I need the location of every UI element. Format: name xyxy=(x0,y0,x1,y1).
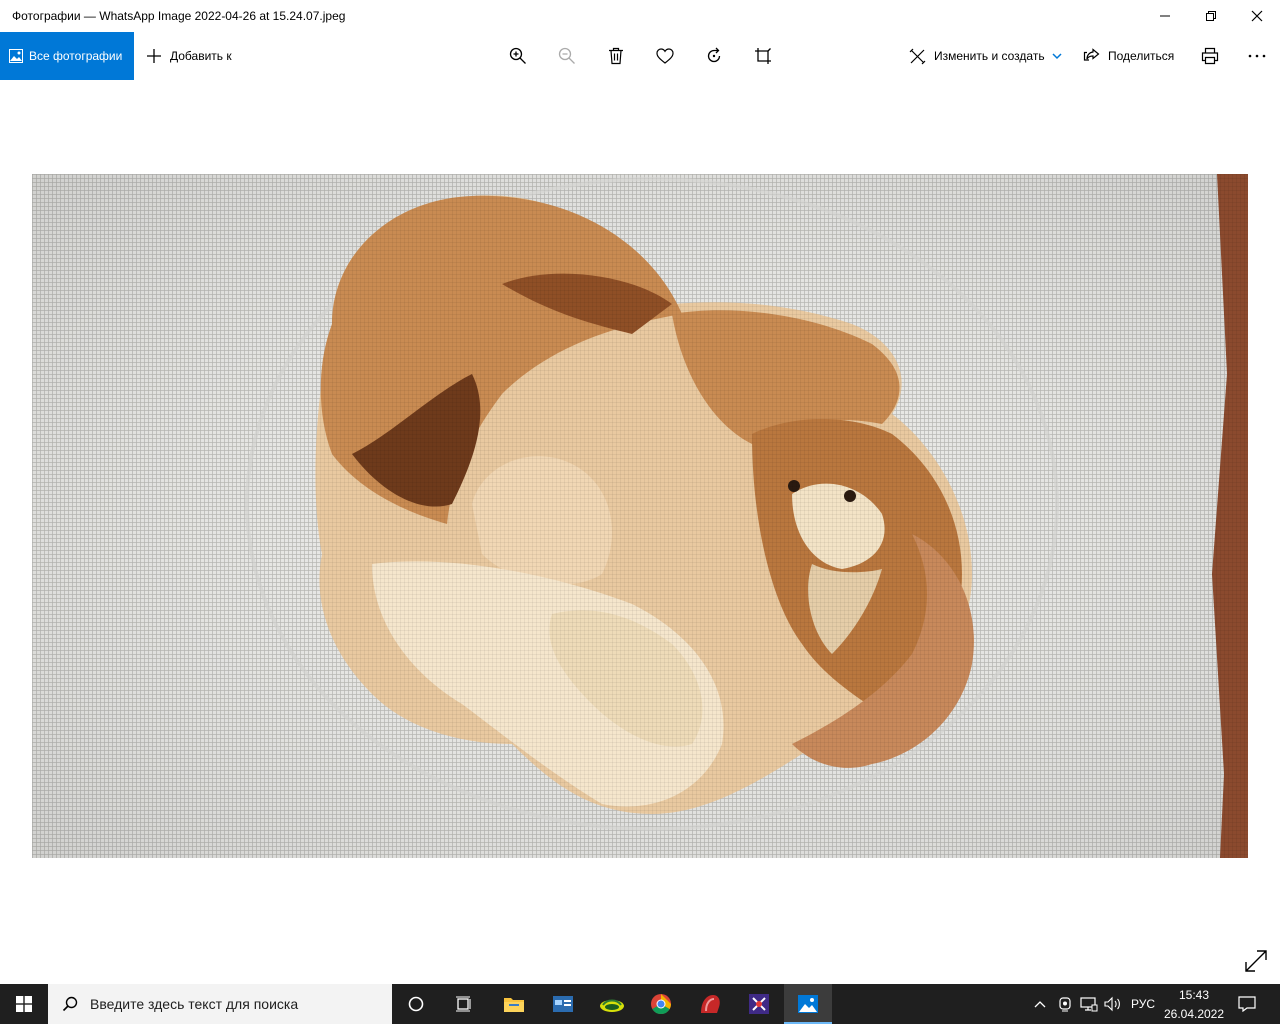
lemon-app-icon xyxy=(600,999,624,1012)
show-hidden-icons-button[interactable] xyxy=(1030,984,1050,1024)
taskbar-search-box[interactable]: Введите здесь текст для поиска xyxy=(48,984,392,1024)
window-title: Фотографии — WhatsApp Image 2022-04-26 a… xyxy=(12,9,346,23)
cortana-button[interactable] xyxy=(392,984,440,1024)
restore-icon xyxy=(1206,11,1216,21)
notification-icon xyxy=(1238,996,1256,1012)
zoom-out-button[interactable] xyxy=(556,32,578,80)
taskbar-photos[interactable] xyxy=(784,984,832,1024)
edit-tools-icon xyxy=(909,48,926,64)
zoom-out-icon xyxy=(558,47,575,64)
edit-create-button[interactable]: Изменить и создать xyxy=(909,32,1062,80)
crop-icon xyxy=(755,48,771,64)
task-view-icon xyxy=(456,996,471,1012)
share-button[interactable]: Поделиться xyxy=(1083,32,1174,80)
action-center-button[interactable] xyxy=(1234,984,1260,1024)
share-label: Поделиться xyxy=(1108,49,1175,63)
photo-icon xyxy=(9,49,23,63)
rotate-button[interactable] xyxy=(703,32,725,80)
language-label: РУС xyxy=(1130,997,1156,1011)
chevron-down-icon xyxy=(1052,53,1062,60)
close-button[interactable] xyxy=(1234,0,1280,32)
favorite-button[interactable] xyxy=(654,32,676,80)
all-photos-label: Все фотографии xyxy=(29,49,123,63)
windows-icon xyxy=(16,996,32,1012)
zoom-in-icon xyxy=(509,47,526,64)
edit-create-label: Изменить и создать xyxy=(934,49,1045,63)
taskbar-app-2[interactable] xyxy=(539,984,587,1024)
printer-icon xyxy=(1201,47,1219,65)
title-bar: Фотографии — WhatsApp Image 2022-04-26 a… xyxy=(0,0,1280,32)
network-icon xyxy=(1080,997,1098,1012)
search-icon xyxy=(62,996,78,1012)
taskbar-app-6[interactable] xyxy=(735,984,783,1024)
print-button[interactable] xyxy=(1199,32,1221,80)
clock-time: 15:43 xyxy=(1178,988,1210,1002)
heart-icon xyxy=(656,48,674,64)
rotate-icon xyxy=(707,47,721,63)
close-icon xyxy=(1251,10,1263,22)
expand-icon xyxy=(1245,950,1267,972)
cortana-icon xyxy=(408,996,424,1012)
window-app-icon xyxy=(553,996,573,1012)
minimize-icon xyxy=(1160,15,1170,17)
photos-app-icon xyxy=(798,995,818,1013)
task-view-button[interactable] xyxy=(440,984,488,1024)
plus-icon xyxy=(147,49,161,63)
photo-image xyxy=(32,174,1248,858)
all-photos-button[interactable]: Все фотографии xyxy=(0,32,134,80)
more-icon xyxy=(1248,54,1266,58)
restore-button[interactable] xyxy=(1188,0,1234,32)
more-options-button[interactable] xyxy=(1246,32,1268,80)
clock-date: 26.04.2022 xyxy=(1163,1007,1225,1021)
speaker-icon xyxy=(1104,996,1120,1012)
zoom-in-button[interactable] xyxy=(507,32,529,80)
chevron-up-icon xyxy=(1034,1001,1046,1008)
language-indicator[interactable]: РУС xyxy=(1128,984,1158,1024)
crop-button[interactable] xyxy=(752,32,774,80)
taskbar-app-3[interactable] xyxy=(588,984,636,1024)
trash-icon xyxy=(609,47,623,65)
folder-icon xyxy=(504,998,524,1012)
tray-app-icon xyxy=(1059,997,1071,1012)
start-button[interactable] xyxy=(0,984,48,1024)
red-app-icon xyxy=(701,995,720,1013)
search-placeholder: Введите здесь текст для поиска xyxy=(90,996,299,1012)
add-to-button[interactable]: Добавить к xyxy=(146,32,232,80)
clock[interactable]: 15:43 26.04.2022 xyxy=(1160,984,1228,1024)
taskbar-app-5[interactable] xyxy=(686,984,734,1024)
taskbar-chrome[interactable] xyxy=(637,984,685,1024)
taskbar: Введите здесь текст для поиска РУС 15:43… xyxy=(0,984,1280,1024)
share-icon xyxy=(1083,48,1100,61)
tray-app-icon-button[interactable] xyxy=(1054,984,1076,1024)
chrome-icon xyxy=(651,994,672,1015)
network-button[interactable] xyxy=(1078,984,1100,1024)
delete-button[interactable] xyxy=(605,32,627,80)
taskbar-file-explorer[interactable] xyxy=(490,984,538,1024)
add-to-label: Добавить к xyxy=(170,49,232,63)
purple-app-icon xyxy=(749,994,769,1014)
volume-button[interactable] xyxy=(1102,984,1124,1024)
fullscreen-button[interactable] xyxy=(1243,948,1269,974)
embroidery-photo xyxy=(32,174,1248,858)
minimize-button[interactable] xyxy=(1142,0,1188,32)
